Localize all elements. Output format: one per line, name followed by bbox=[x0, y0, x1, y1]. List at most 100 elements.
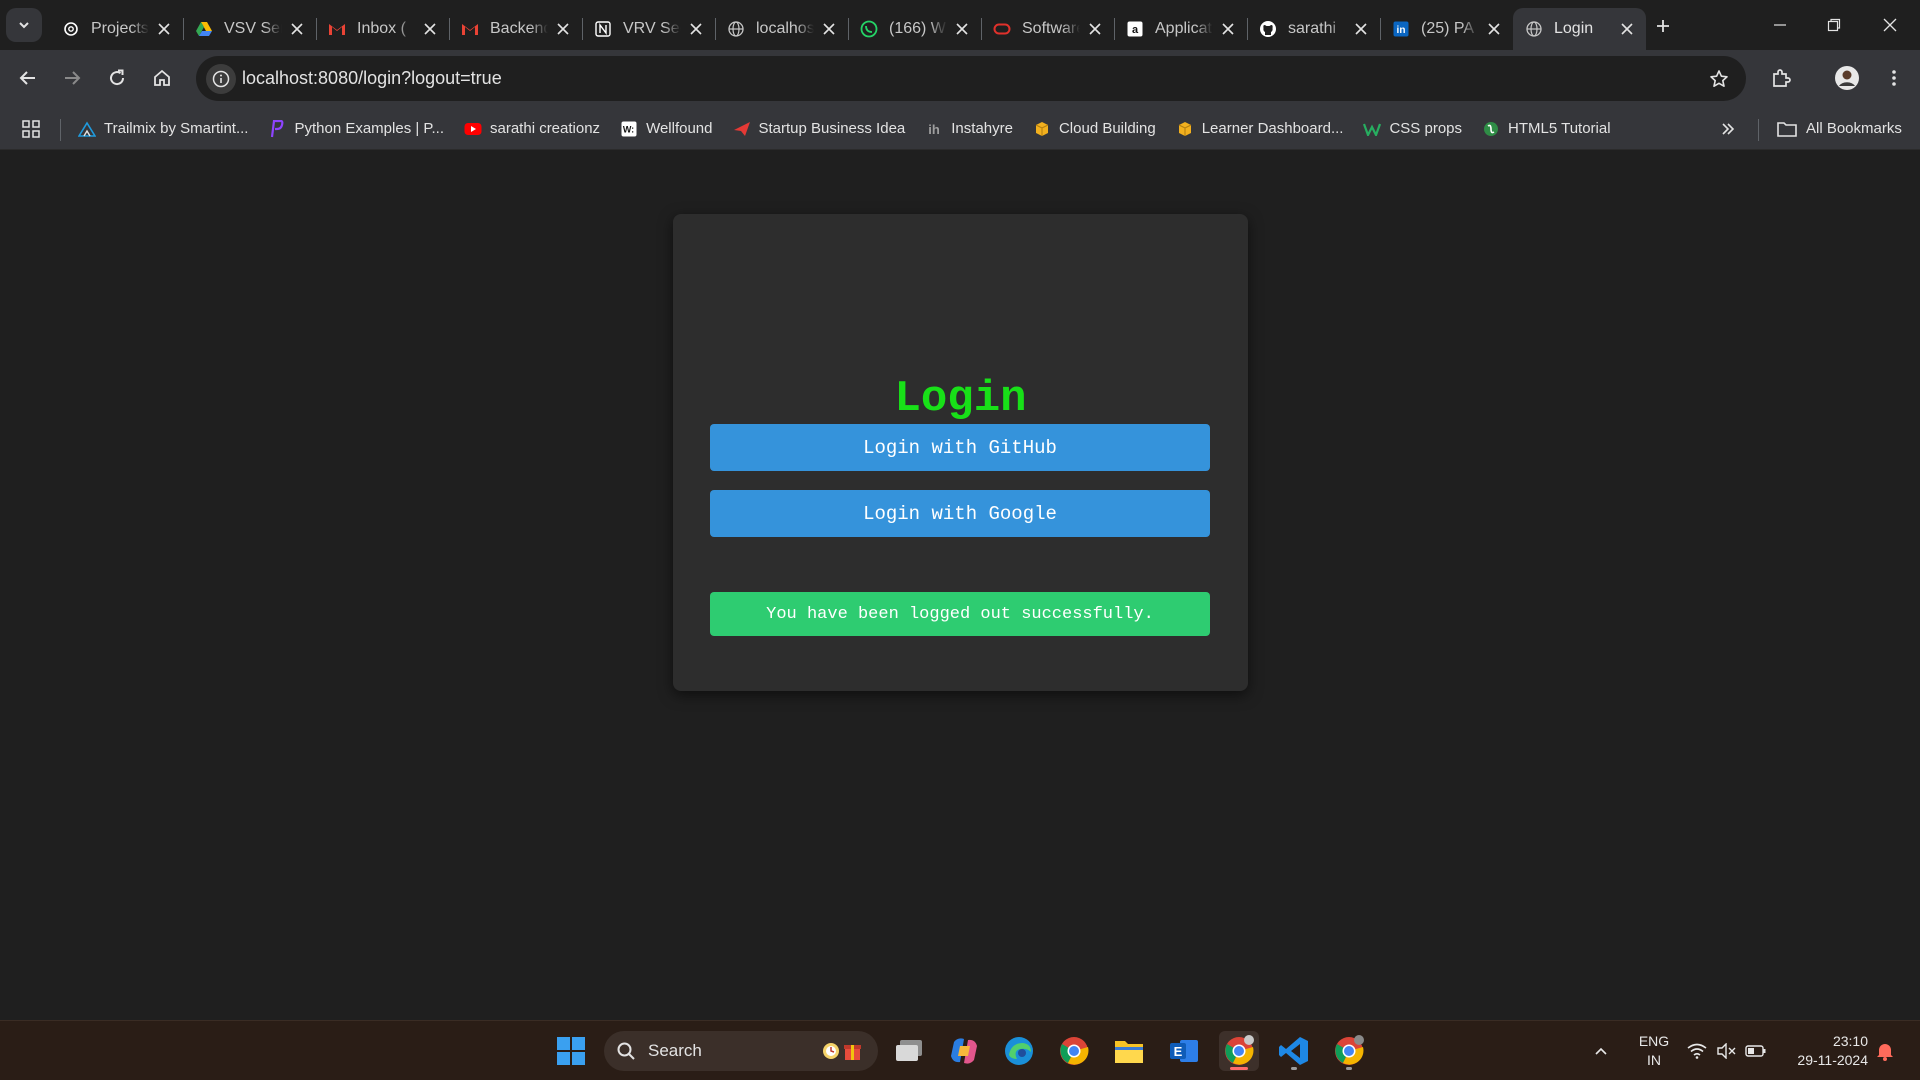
bookmark-label: Wellfound bbox=[646, 120, 713, 137]
back-button[interactable] bbox=[10, 60, 46, 96]
system-clock[interactable]: 23:10 29-11-2024 bbox=[1782, 1032, 1868, 1070]
browser-tab[interactable]: in (25) PA bbox=[1380, 8, 1513, 50]
taskbar-vscode[interactable] bbox=[1274, 1031, 1314, 1071]
browser-tab[interactable]: a Applications bbox=[1114, 8, 1247, 50]
tab-strip: Projects VSV Services Inbox (Backend VRV Se… bbox=[0, 0, 1920, 50]
taskbar-file-explorer[interactable] bbox=[1109, 1031, 1149, 1071]
new-tab-button[interactable] bbox=[1648, 12, 1678, 40]
reload-button[interactable] bbox=[99, 60, 135, 96]
arrow-left-icon bbox=[19, 71, 35, 85]
wifi-status[interactable] bbox=[1686, 1041, 1708, 1061]
browser-tab[interactable]: Backend bbox=[449, 8, 582, 50]
browser-menu-button[interactable] bbox=[1876, 60, 1912, 96]
taskbar-chrome-profile[interactable] bbox=[1329, 1031, 1369, 1071]
openai-icon bbox=[62, 20, 80, 38]
tab-close-button[interactable] bbox=[554, 20, 572, 38]
browser-tab[interactable]: Projects bbox=[50, 8, 183, 50]
volume-status[interactable] bbox=[1715, 1041, 1737, 1061]
page-content: Login Login with GitHub Login with Googl… bbox=[0, 150, 1920, 1020]
bookmark-item[interactable]: Startup Business Idea bbox=[733, 120, 906, 138]
bookmark-star-button[interactable] bbox=[1706, 66, 1732, 92]
battery-status[interactable] bbox=[1745, 1041, 1767, 1061]
more-bookmarks-button[interactable] bbox=[1716, 117, 1740, 141]
bookmark-label: Instahyre bbox=[951, 120, 1013, 137]
apps-button[interactable] bbox=[20, 118, 42, 140]
outlook-icon: E bbox=[1170, 1040, 1198, 1062]
bookmark-item[interactable]: Python Examples | P... bbox=[268, 119, 444, 138]
info-icon bbox=[212, 70, 230, 88]
bookmark-item[interactable]: HTML5 Tutorial bbox=[1482, 120, 1611, 138]
browser-tab[interactable]: VSV Services bbox=[183, 8, 316, 50]
taskbar-copilot[interactable] bbox=[944, 1031, 984, 1071]
taskbar-chrome-active[interactable] bbox=[1219, 1031, 1259, 1071]
start-button[interactable] bbox=[551, 1031, 591, 1071]
close-icon bbox=[690, 23, 702, 35]
avatar-icon bbox=[1835, 66, 1859, 90]
active-indicator bbox=[1230, 1067, 1248, 1070]
tab-close-button[interactable] bbox=[1086, 20, 1104, 38]
bookmark-label: Startup Business Idea bbox=[758, 120, 906, 137]
tab-close-button[interactable] bbox=[820, 20, 838, 38]
bookmark-item[interactable]: Cloud Building bbox=[1033, 120, 1156, 138]
close-icon bbox=[1621, 23, 1633, 35]
tab-close-button[interactable] bbox=[421, 20, 439, 38]
paper-plane-icon bbox=[733, 120, 751, 138]
bookmark-item[interactable]: Learner Dashboard... bbox=[1176, 120, 1343, 138]
wifi-icon bbox=[1687, 1043, 1707, 1059]
plus-icon bbox=[1657, 20, 1669, 32]
folder-icon bbox=[1115, 1041, 1143, 1063]
login-card: Login Login with GitHub Login with Googl… bbox=[673, 214, 1248, 691]
close-icon bbox=[557, 23, 569, 35]
tab-close-button[interactable] bbox=[687, 20, 705, 38]
forward-button[interactable] bbox=[54, 60, 90, 96]
bookmark-item[interactable]: Trailmix by Smartint... bbox=[78, 120, 248, 138]
tab-search-button[interactable] bbox=[6, 8, 42, 42]
browser-tab[interactable]: (166) WhatsApp bbox=[848, 8, 981, 50]
tab-close-button[interactable] bbox=[953, 20, 971, 38]
close-window-button[interactable] bbox=[1862, 0, 1918, 50]
tab-close-button[interactable] bbox=[288, 20, 306, 38]
profile-avatar[interactable] bbox=[1829, 60, 1865, 96]
tab-close-button[interactable] bbox=[1485, 20, 1503, 38]
tab-close-button[interactable] bbox=[1618, 20, 1636, 38]
double-chevron-right-icon bbox=[1722, 123, 1735, 135]
taskbar-edge[interactable] bbox=[999, 1031, 1039, 1071]
login-github-button[interactable]: Login with GitHub bbox=[710, 424, 1210, 471]
taskbar-search[interactable]: Search bbox=[604, 1031, 878, 1071]
home-button[interactable] bbox=[144, 60, 180, 96]
bookmark-item[interactable]: CSS props bbox=[1363, 120, 1462, 138]
browser-tab[interactable]: Software bbox=[981, 8, 1114, 50]
browser-tab[interactable]: Inbox ( bbox=[316, 8, 449, 50]
tab-active[interactable]: Login bbox=[1513, 8, 1646, 50]
browser-tab[interactable]: sarathi bbox=[1247, 8, 1380, 50]
address-bar[interactable]: localhost:8080/login?logout=true bbox=[196, 56, 1746, 101]
show-hidden-icons-button[interactable] bbox=[1590, 1041, 1612, 1061]
taskbar-chrome[interactable] bbox=[1054, 1031, 1094, 1071]
tab-list: Projects VSV Services Inbox (Backend VRV Se… bbox=[50, 8, 1646, 50]
bookmark-item[interactable]: sarathi creationz bbox=[464, 120, 600, 138]
tab-close-button[interactable] bbox=[1219, 20, 1237, 38]
restore-button[interactable] bbox=[1806, 0, 1862, 50]
minimize-icon bbox=[1774, 24, 1786, 26]
tab-close-button[interactable] bbox=[155, 20, 173, 38]
bookmark-label: HTML5 Tutorial bbox=[1508, 120, 1611, 137]
bookmark-item[interactable]: ih Instahyre bbox=[925, 120, 1013, 138]
language-code: ENG bbox=[1638, 1033, 1670, 1049]
bookmark-item[interactable]: W: Wellfound bbox=[620, 120, 713, 138]
tab-close-button[interactable] bbox=[1352, 20, 1370, 38]
login-google-button[interactable]: Login with Google bbox=[710, 490, 1210, 537]
all-bookmarks-button[interactable]: All Bookmarks bbox=[1776, 107, 1902, 150]
svg-text:E: E bbox=[1174, 1044, 1183, 1059]
extensions-button[interactable] bbox=[1763, 60, 1799, 96]
taskbar-outlook[interactable]: E bbox=[1164, 1031, 1204, 1071]
bookmark-list: Trailmix by Smartint... Python Examples |… bbox=[78, 107, 1631, 150]
site-info-button[interactable] bbox=[206, 64, 236, 94]
task-view-button[interactable] bbox=[889, 1031, 929, 1071]
browser-tab[interactable]: localhost bbox=[715, 8, 848, 50]
browser-tab[interactable]: VRV Security bbox=[582, 8, 715, 50]
minimize-button[interactable] bbox=[1752, 0, 1808, 50]
notifications-button[interactable] bbox=[1874, 1041, 1896, 1061]
copilot-icon bbox=[951, 1038, 977, 1064]
tab-title: (25) PA bbox=[1421, 20, 1475, 37]
input-language-indicator[interactable]: ENG IN bbox=[1634, 1032, 1674, 1070]
